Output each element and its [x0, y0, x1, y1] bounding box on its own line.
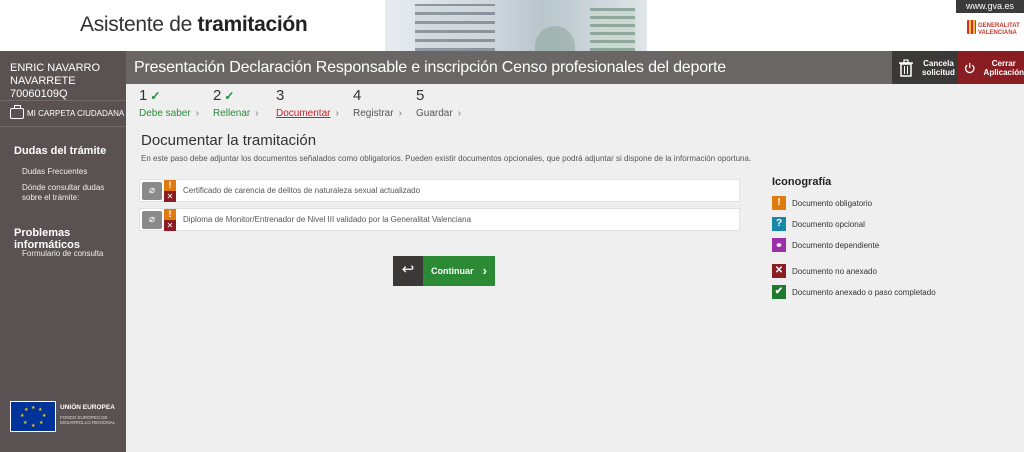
legend-label: Documento opcional [792, 219, 865, 229]
step-number: 3 [276, 87, 285, 104]
sidebar-heading-dudas: Dudas del trámite [14, 145, 107, 157]
eu-flag-icon: ★ ★ ★ ★ ★ ★ ★ ★ [10, 401, 56, 432]
chevron-right-icon: › [255, 108, 259, 119]
step-rellenar[interactable]: 2 ✓ Rellenar › [213, 87, 259, 119]
document-name: Certificado de carencia de delitos de na… [183, 186, 421, 195]
section-title: Documentar la tramitación [141, 132, 317, 149]
step-number: 4 [353, 87, 362, 104]
document-name: Diploma de Monitor/Entrenador de Nivel I… [183, 215, 472, 224]
attach-paperclip-icon[interactable]: ⌀ [142, 182, 162, 200]
icon-legend: Iconografía ! Documento obligatorio ? Do… [772, 176, 1012, 299]
sidebar: ENRIC NAVARRO NAVARRETE 70060109Q MI CAR… [0, 51, 126, 452]
document-row[interactable]: ⌀ ! ✕ Certificado de carencia de delitos… [139, 179, 740, 202]
not-attached-icon: ✕ [164, 220, 176, 231]
header: Asistente de tramitación www.gva.es GENE… [0, 0, 1024, 51]
chevron-right-icon: › [457, 108, 462, 119]
not-attached-icon: ✕ [164, 191, 176, 202]
app-title: Asistente de tramitación [80, 13, 308, 37]
generalitat-logo[interactable]: GENERALITAT VALENCIANA [967, 20, 1023, 46]
generalitat-emblem-icon [967, 20, 976, 34]
procedure-title-bar: Presentación Declaración Responsable e i… [126, 51, 1024, 84]
check-icon: ✔ [772, 285, 786, 299]
step-number: 1 [139, 87, 148, 104]
chevron-right-icon: › [482, 263, 487, 278]
user-name: ENRIC NAVARRO NAVARRETE [10, 62, 101, 87]
legend-label: Documento no anexado [792, 266, 877, 276]
legend-label: Documento dependiente [792, 240, 880, 250]
step-label: Rellenar [213, 108, 251, 119]
carpeta-ciudadana-link[interactable]: MI CARPETA CIUDADANA [0, 100, 126, 127]
user-info: ENRIC NAVARRO NAVARRETE 70060109Q [0, 51, 126, 100]
page-title: Presentación Declaración Responsable e i… [134, 59, 726, 76]
step-debe-saber[interactable]: 1 ✓ Debe saber › [139, 87, 199, 119]
briefcase-icon [10, 105, 24, 119]
icon-legend-title: Iconografía [772, 176, 832, 188]
legend-item-opcional: ? Documento opcional [772, 217, 865, 231]
chevron-right-icon: › [195, 108, 200, 119]
check-icon: ✓ [150, 89, 161, 103]
step-number: 2 [213, 87, 222, 104]
cancel-label-1: Cancela [923, 58, 954, 68]
eu-funding-logo: ★ ★ ★ ★ ★ ★ ★ ★ UNIÓN EUROPEA FONDO EUROPEO … [10, 401, 120, 435]
mandatory-icon: ! [164, 180, 176, 191]
sidebar-link-donde-consultar[interactable]: Dónde consultar dudas sobre el trámite: [22, 183, 118, 203]
step-number: 5 [416, 87, 425, 104]
continue-button[interactable]: Continuar › [423, 256, 495, 286]
app-title-bold: tramitación [197, 13, 308, 36]
eu-title: UNIÓN EUROPEA [60, 404, 115, 411]
mandatory-icon: ! [772, 196, 786, 210]
step-label: Registrar [353, 108, 394, 119]
step-label: Debe saber [139, 108, 191, 119]
attach-paperclip-icon[interactable]: ⌀ [142, 211, 162, 229]
document-row[interactable]: ⌀ ! ✕ Diploma de Monitor/Entrenador de N… [139, 208, 740, 231]
close-label-1: Cerrar [991, 58, 1016, 68]
close-label-2: Aplicación [983, 67, 1024, 77]
mandatory-icon: ! [164, 209, 176, 220]
question-icon: ? [772, 217, 786, 231]
logo-text-1: GENERALITAT [978, 23, 1020, 29]
link-icon: ⚭ [772, 238, 786, 252]
sidebar-heading-problemas: Problemas informáticos [14, 227, 81, 251]
eu-subtitle: FONDO EUROPEO DE DESARROLLO REGIONAL [60, 415, 116, 425]
chevron-right-icon: › [398, 108, 402, 119]
x-mark-icon: ✕ [772, 264, 786, 278]
cancel-label-2: solicitud [922, 67, 955, 77]
legend-label: Documento anexado o paso completado [792, 287, 936, 297]
undo-arrow-icon: ↩ [401, 261, 415, 278]
step-guardar: 5 Guardar › [416, 87, 461, 119]
legend-item-anexado: ✔ Documento anexado o paso completado [772, 285, 936, 299]
main-content: 1 ✓ Debe saber › 2 ✓ Rellenar › 3 Documentar… [126, 84, 1024, 452]
chevron-right-icon: › [335, 108, 339, 119]
legend-item-obligatorio: ! Documento obligatorio [772, 196, 872, 210]
check-icon: ✓ [224, 89, 235, 103]
step-label: Guardar [416, 108, 453, 119]
legend-item-no-anexado: ✕ Documento no anexado [772, 264, 877, 278]
step-documentar[interactable]: 3 Documentar › [276, 87, 339, 119]
step-registrar: 4 Registrar › [353, 87, 402, 119]
sidebar-link-formulario[interactable]: Formulario de consulta [22, 249, 103, 259]
legend-item-dependiente: ⚭ Documento dependiente [772, 238, 879, 252]
app-title-prefix: Asistente de [80, 13, 192, 36]
trash-icon [899, 58, 913, 77]
cancel-request-button[interactable]: Cancela solicitud [892, 51, 958, 84]
header-banner-image [385, 0, 647, 51]
legend-label: Documento obligatorio [792, 198, 873, 208]
sidebar-link-dudas-frecuentes[interactable]: Dudas Frecuentes [22, 167, 87, 177]
close-application-button[interactable]: Cerrar Aplicación [958, 51, 1024, 84]
section-description: En este paso debe adjuntar los documento… [141, 154, 752, 163]
carpeta-label: MI CARPETA CIUDADANA [27, 109, 125, 118]
step-label: Documentar [276, 108, 331, 119]
gva-link[interactable]: www.gva.es [956, 0, 1024, 13]
logo-text-2: VALENCIANA [978, 30, 1017, 36]
continue-label: Continuar [431, 266, 474, 276]
power-icon [965, 62, 975, 73]
back-button[interactable]: ↩ [393, 256, 423, 286]
